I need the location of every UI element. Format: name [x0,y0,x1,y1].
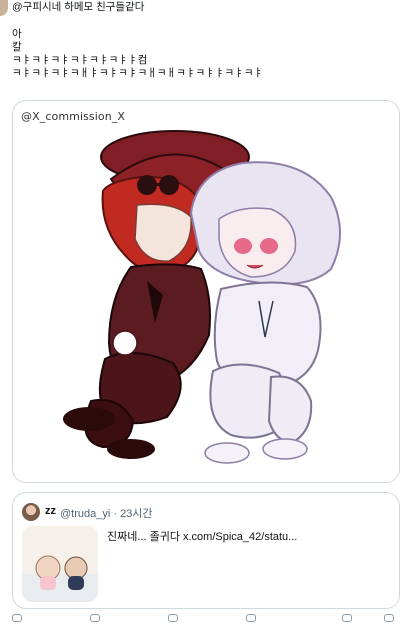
tweet-action-bar [12,612,400,624]
quote-author-handle: @truda_yi · 23시간 [60,508,153,520]
artwork-image [63,130,341,464]
quote-text: 진짜네... 졸귀다 x.com/Spica_42/statu... [107,531,298,543]
reply-icon[interactable] [12,614,22,622]
quote-thumbnail[interactable] [22,526,98,602]
like-icon[interactable] [168,614,178,622]
white-character [189,161,341,464]
tweet-media[interactable]: @X_commission_X [12,100,400,483]
retweet-icon[interactable] [90,614,100,622]
quoted-tweet[interactable]: zz @truda_yi · 23시간 진짜네... 졸귀다 x.com/Spi… [12,492,400,609]
bookmark-icon[interactable] [342,614,352,622]
tweet-text: @구피시네 하메모 친구들같다 아 칼 ㅋㅑㅋㅑㅋㅑㅋㅑㅋㅑㅋㅑㅑ컴 ㅋㅑㅋㅑㅋ… [12,1,264,80]
quote-author-name[interactable]: zz [45,505,56,517]
author-avatar[interactable] [0,0,8,16]
views-icon[interactable] [246,614,256,622]
share-icon[interactable] [384,614,394,622]
media-watermark: @X_commission_X [21,110,126,123]
quote-avatar[interactable] [22,503,40,521]
